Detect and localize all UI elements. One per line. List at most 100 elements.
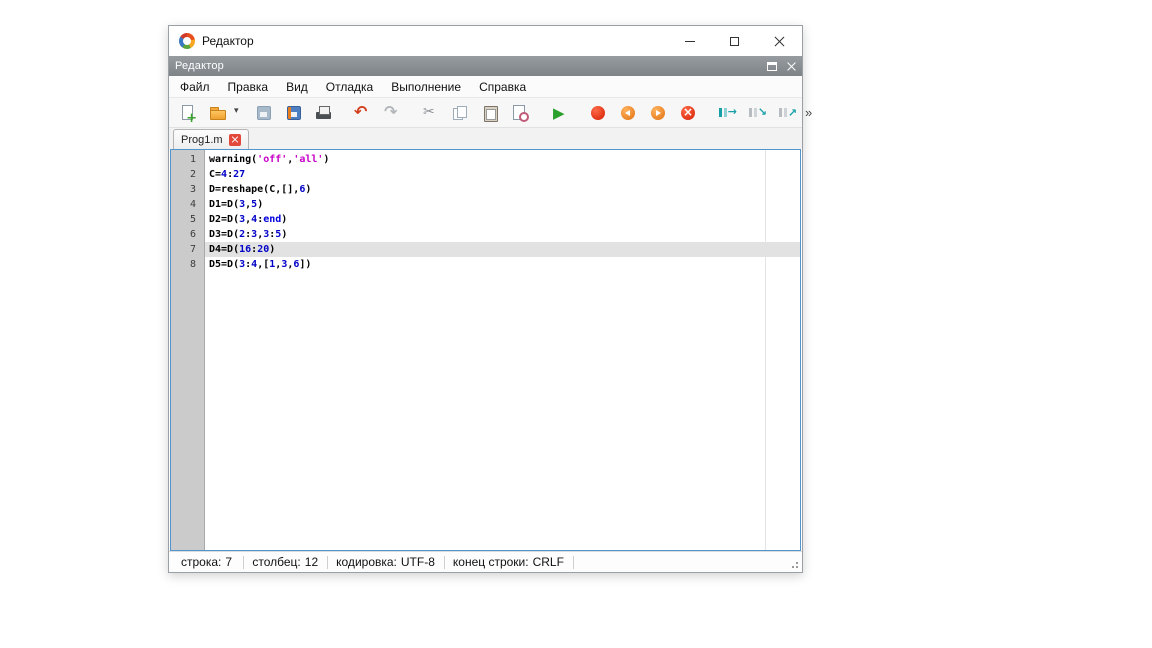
paste-button[interactable] (475, 100, 505, 126)
menu-item-edit[interactable]: Правка (219, 77, 278, 97)
toggle-breakpoint-icon (589, 104, 607, 122)
save-as-button[interactable] (279, 100, 309, 126)
print-icon (315, 104, 333, 122)
status-encoding-value: UTF-8 (401, 555, 444, 569)
menu-item-file[interactable]: Файл (171, 77, 219, 97)
window-controls (667, 26, 802, 56)
menu-bar: ФайлПравкаВидОтладкаВыполнениеСправка (169, 76, 802, 98)
menu-item-help[interactable]: Справка (470, 77, 535, 97)
code-line-4[interactable]: D1=D(3,5) (205, 197, 800, 212)
editor-window: Редактор Редактор ФайлПравкаВидОтладкаВы… (168, 25, 803, 573)
code-line-7[interactable]: D4=D(16:20) (205, 242, 800, 257)
step-button[interactable] (711, 100, 741, 126)
step-in-button[interactable] (741, 100, 771, 126)
run-icon (551, 104, 569, 122)
cut-button[interactable] (415, 100, 445, 126)
code-line-1[interactable]: warning('off','all') (205, 152, 800, 167)
find-button[interactable] (505, 100, 535, 126)
code-line-6[interactable]: D3=D(2:3,3:5) (205, 227, 800, 242)
line-number-8[interactable]: 8 (171, 257, 204, 272)
new-script-button[interactable] (173, 100, 203, 126)
dock-float-button[interactable] (767, 62, 777, 71)
print-button[interactable] (309, 100, 339, 126)
save-icon (255, 104, 273, 122)
window-title: Редактор (202, 34, 254, 48)
dock-close-icon (787, 62, 796, 71)
statusbar-fields: строка:7столбец:12кодировка:UTF-8конец с… (175, 555, 576, 569)
status-separator (327, 556, 328, 569)
status-line-value: 7 (225, 555, 243, 569)
maximize-icon (730, 37, 739, 46)
undo-button[interactable] (347, 100, 377, 126)
code-line-3[interactable]: D=reshape(C,[],6) (205, 182, 800, 197)
window-titlebar[interactable]: Редактор (169, 26, 802, 56)
line-number-6[interactable]: 6 (171, 227, 204, 242)
undo-icon (353, 104, 371, 122)
next-breakpoint-button[interactable] (643, 100, 673, 126)
dock-titlebar[interactable]: Редактор (169, 56, 802, 76)
step-out-button[interactable] (771, 100, 801, 126)
remove-breakpoints-button[interactable] (673, 100, 703, 126)
open-dropdown-icon (233, 104, 245, 122)
menu-item-debug[interactable]: Отладка (317, 77, 382, 97)
minimize-icon (685, 41, 695, 42)
code-lines[interactable]: warning('off','all')C=4:27D=reshape(C,[]… (205, 150, 800, 550)
tab-close-button[interactable] (229, 134, 241, 146)
tab-label: Prog1.m (181, 134, 223, 146)
line-number-3[interactable]: 3 (171, 182, 204, 197)
line-number-4[interactable]: 4 (171, 197, 204, 212)
desktop: Редактор Редактор ФайлПравкаВидОтладкаВы… (0, 0, 1152, 648)
tab-bar: Prog1.m (169, 128, 802, 149)
paste-icon (481, 104, 499, 122)
status-column-label: столбец: (246, 555, 304, 569)
status-line-label: строка: (175, 555, 225, 569)
menu-item-run[interactable]: Выполнение (382, 77, 470, 97)
open-dropdown-button[interactable] (233, 100, 245, 126)
redo-button[interactable] (377, 100, 407, 126)
prev-breakpoint-button[interactable] (613, 100, 643, 126)
find-icon (511, 104, 529, 122)
dock-close-button[interactable] (787, 62, 796, 71)
resize-grip-icon[interactable] (788, 558, 798, 568)
status-encoding-label: кодировка: (330, 555, 401, 569)
save-button[interactable] (249, 100, 279, 126)
gutter[interactable]: 12345678 (171, 150, 205, 550)
cut-icon (421, 104, 439, 122)
line-number-1[interactable]: 1 (171, 152, 204, 167)
toggle-breakpoint-button[interactable] (583, 100, 613, 126)
minimize-button[interactable] (667, 26, 712, 56)
line-number-7[interactable]: 7 (171, 242, 204, 257)
run-button[interactable] (545, 100, 575, 126)
remove-breakpoints-icon (679, 104, 697, 122)
status-bar: строка:7столбец:12кодировка:UTF-8конец с… (169, 551, 802, 572)
code-line-2[interactable]: C=4:27 (205, 167, 800, 182)
toolbar-buttons (173, 100, 801, 126)
copy-button[interactable] (445, 100, 475, 126)
prev-breakpoint-icon (619, 104, 637, 122)
toolbar-overflow-button[interactable]: » (801, 103, 816, 122)
redo-icon (383, 104, 401, 122)
close-button[interactable] (757, 26, 802, 56)
octave-logo-icon (179, 33, 195, 49)
open-button[interactable] (203, 100, 233, 126)
close-icon (774, 36, 785, 47)
copy-icon (451, 104, 469, 122)
step-icon (717, 104, 735, 122)
save-as-icon (285, 104, 303, 122)
dock-float-icon (767, 62, 777, 71)
status-eol-label: конец строки: (447, 555, 533, 569)
tab-prog1[interactable]: Prog1.m (173, 129, 249, 149)
code-line-5[interactable]: D2=D(3,4:end) (205, 212, 800, 227)
line-number-2[interactable]: 2 (171, 167, 204, 182)
open-icon (209, 104, 227, 122)
line-number-5[interactable]: 5 (171, 212, 204, 227)
toolbar: » (169, 98, 802, 128)
status-eol-value: CRLF (533, 555, 573, 569)
menu-item-view[interactable]: Вид (277, 77, 317, 97)
status-separator (243, 556, 244, 569)
new-script-icon (179, 104, 197, 122)
step-in-icon (747, 104, 765, 122)
dock-controls (767, 62, 796, 71)
maximize-button[interactable] (712, 26, 757, 56)
code-line-8[interactable]: D5=D(3:4,[1,3,6]) (205, 257, 800, 272)
